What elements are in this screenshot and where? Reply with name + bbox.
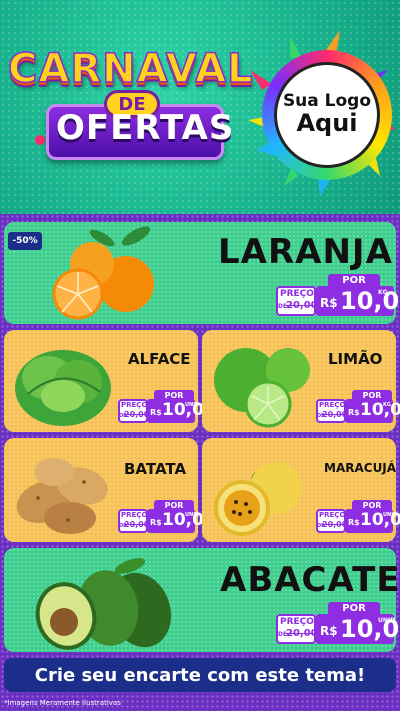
name-limao: LIMÃO [328, 350, 383, 368]
title-carnaval: CARNAVAL [7, 45, 254, 93]
old-price: 20,00 [286, 628, 318, 639]
name-laranja: LARANJA [218, 232, 393, 272]
title-ofertas: OFERTAS [56, 108, 235, 148]
unit-label: UNID [378, 617, 396, 624]
discount-badge: -50% [8, 232, 42, 250]
logo-placeholder[interactable]: Sua Logo Aqui [274, 62, 380, 168]
disclaimer: *Imagens Meramente Ilustrativas [4, 699, 121, 707]
name-maracuja: MARACUJÁ [324, 461, 397, 475]
currency: R$ [348, 408, 360, 417]
new-price: 10,00 [360, 400, 400, 420]
new-price-box: R$ 10,00 KG [345, 399, 400, 423]
preco-label: PREÇO [280, 617, 314, 627]
price-limao: POR PREÇO DE 20,00 R$ 10,00 KG [316, 390, 400, 424]
price-abacate: POR PREÇO DE 20,00 R$ 10,00 UNID [276, 602, 400, 646]
old-price: 20,00 [124, 410, 150, 419]
old-price: 20,00 [124, 520, 150, 529]
name-abacate: ABACATE [220, 560, 400, 600]
preco-label: PREÇO [319, 511, 346, 519]
orange-icon [52, 226, 154, 320]
new-price-box: R$ 10,00 UNID [316, 614, 400, 644]
new-price-box: R$ 10,00 UNID [147, 399, 216, 423]
cta-banner[interactable]: Crie seu encarte com este tema! [4, 658, 396, 692]
potato-icon [16, 458, 108, 534]
preco-label: PREÇO [121, 511, 148, 519]
price-laranja: POR PREÇO DE 20,00 R$ 10,00 KG [276, 274, 400, 318]
lime-icon [214, 348, 310, 428]
price-maracuja: POR PREÇO DE 20,00 R$ 10,00 UNID [316, 500, 400, 534]
currency: R$ [150, 518, 162, 527]
unit-label: UNID [185, 512, 200, 518]
unit-label: KG [378, 289, 388, 296]
old-price: 20,00 [322, 520, 348, 529]
lettuce-icon [15, 350, 111, 426]
currency: R$ [150, 408, 162, 417]
price-batata: POR PREÇO DE 20,00 R$ 10,00 UNID [118, 500, 216, 534]
unit-label: UNID [383, 512, 398, 518]
price-alface: POR PREÇO DE 20,00 R$ 10,00 UNID [118, 390, 216, 424]
preco-label: PREÇO [121, 401, 148, 409]
new-price-box: R$ 10,00 UNID [147, 509, 216, 533]
preco-label: PREÇO [280, 289, 314, 299]
currency: R$ [320, 624, 338, 638]
currency: R$ [320, 296, 338, 310]
old-price: 20,00 [322, 410, 348, 419]
new-price-box: R$ 10,00 UNID [345, 509, 400, 533]
unit-label: UNID [185, 402, 200, 408]
currency: R$ [348, 518, 360, 527]
new-price-box: R$ 10,00 KG [316, 286, 400, 316]
avocado-icon [35, 558, 172, 650]
unit-label: KG [383, 402, 391, 408]
new-price: 10,00 [340, 287, 400, 315]
passion-fruit-icon [214, 462, 302, 536]
name-alface: ALFACE [128, 350, 191, 368]
preco-label: PREÇO [319, 401, 346, 409]
logo-line2: Aqui [296, 109, 358, 138]
name-batata: BATATA [124, 460, 187, 478]
old-price: 20,00 [286, 300, 318, 311]
